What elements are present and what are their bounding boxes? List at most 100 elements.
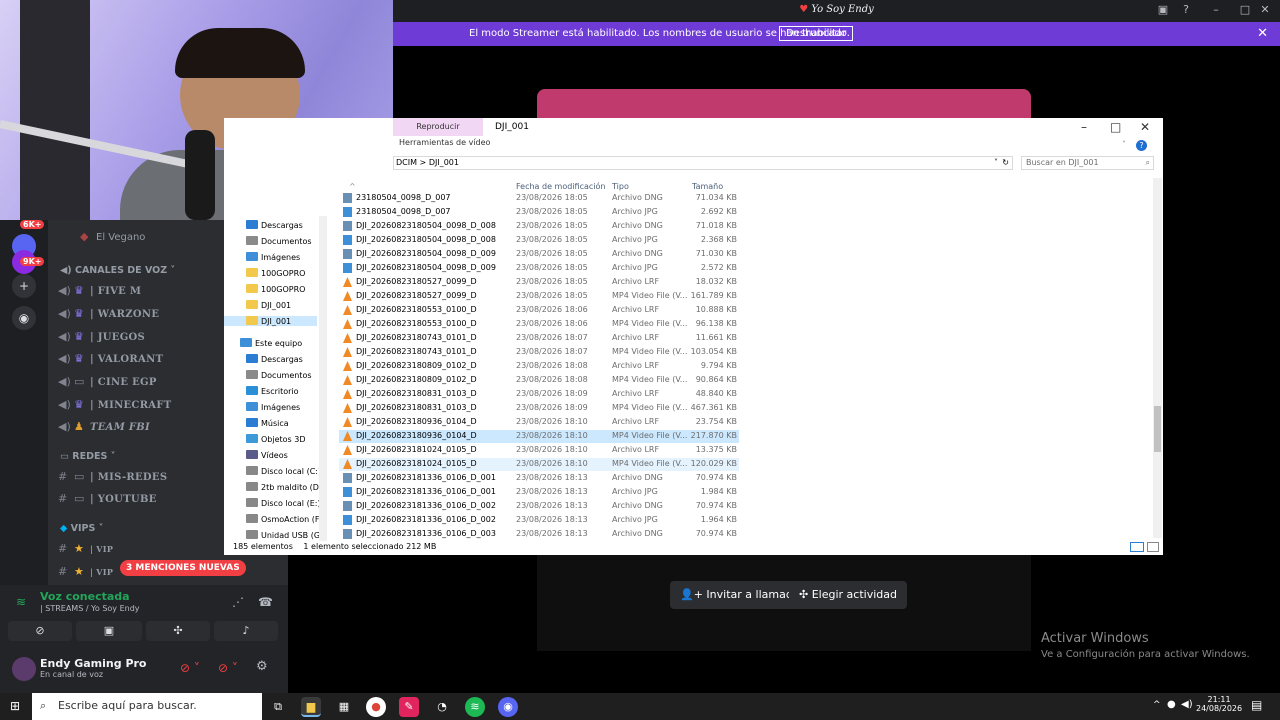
nav-item[interactable]: Disco local (C:) [246, 466, 321, 476]
nav-item[interactable]: Vídeos [246, 450, 288, 460]
file-row[interactable]: DJI_20260823180504_0098_D_009 23/08/2026 … [339, 262, 739, 275]
nav-item[interactable]: Descargas [246, 354, 303, 364]
editor-app-icon[interactable]: ✎ [399, 697, 419, 717]
nav-item[interactable]: DJI_001 [224, 316, 317, 326]
nav-item[interactable]: Disco local (E:) [246, 498, 321, 508]
new-mentions-badge[interactable]: 3 MENCIONES NUEVAS [120, 560, 246, 576]
avatar[interactable] [12, 657, 36, 681]
nav-item[interactable]: Imágenes [246, 252, 300, 262]
nav-item[interactable]: DJI_001 [246, 300, 291, 310]
close-icon[interactable]: ✕ [1257, 3, 1273, 19]
camera-button[interactable]: ⊘ [8, 621, 72, 641]
discord-icon[interactable]: ◉ [498, 697, 518, 717]
file-row[interactable]: DJI_20260823180936_0104_D 23/08/2026 18:1… [339, 416, 739, 429]
scrollbar-thumb[interactable] [1154, 406, 1161, 452]
category-vips[interactable]: ◆ VIPS ˅ [60, 523, 103, 534]
minimize-icon[interactable]: – [1208, 3, 1224, 19]
spotify-icon[interactable]: ≋ [465, 697, 485, 717]
chevron-down-icon[interactable]: ˅ [994, 157, 998, 169]
nav-item[interactable]: 100GOPRO [246, 284, 305, 294]
text-channel-youtube[interactable]: # ▭ | YOUTUBE [58, 492, 157, 505]
file-row[interactable]: 23180504_0098_D_007 23/08/2026 18:05 Archi… [339, 192, 739, 205]
deafen-icon[interactable]: ⊘ ˅ [218, 661, 238, 675]
text-channel-misredes[interactable]: # ▭ | MIS-REDES [58, 470, 167, 483]
microphone-tray-icon[interactable]: ● [1167, 699, 1176, 710]
voice-channel-warzone[interactable]: ◀) ♛ | WARZONE [58, 307, 159, 320]
nav-this-pc[interactable]: Este equipo [240, 338, 302, 348]
nav-item[interactable]: Descargas [246, 220, 303, 230]
soundboard-button[interactable]: ♪ [214, 621, 278, 641]
nav-item[interactable]: Música [246, 418, 289, 428]
file-row[interactable]: DJI_20260823181024_0105_D 23/08/2026 18:1… [339, 458, 739, 471]
voice-channel-teamfbi[interactable]: ◀) ♟ TEAM FBI [58, 420, 150, 433]
mic-muted-icon[interactable]: ⊘ ˅ [180, 661, 200, 675]
maximize-icon[interactable]: □ [1237, 3, 1253, 19]
choose-activity-button[interactable]: ✣ Elegir actividad [789, 581, 907, 609]
nav-item[interactable]: 100GOPRO [246, 268, 305, 278]
file-row[interactable]: DJI_20260823180553_0100_D 23/08/2026 18:0… [339, 318, 739, 331]
file-row[interactable]: DJI_20260823181024_0105_D 23/08/2026 18:1… [339, 444, 739, 457]
file-row[interactable]: DJI_20260823180504_0098_D_008 23/08/2026 … [339, 220, 739, 233]
file-row[interactable]: DJI_20260823180809_0102_D 23/08/2026 18:0… [339, 360, 739, 373]
file-row[interactable]: DJI_20260823180743_0101_D 23/08/2026 18:0… [339, 346, 739, 359]
windows-start-icon[interactable]: ⊞ [10, 699, 20, 713]
disconnect-icon[interactable]: ☎ [258, 595, 273, 609]
file-row[interactable]: DJI_20260823180504_0098_D_009 23/08/2026 … [339, 248, 739, 261]
help-icon[interactable]: ? [1136, 140, 1147, 151]
nav-item[interactable]: Imágenes [246, 402, 300, 412]
voice-channel-name[interactable]: | STREAMS / Yo Soy Endy [40, 604, 140, 613]
task-view-icon[interactable]: ⧉ [268, 697, 288, 717]
text-channel-vip[interactable]: # ★ | VIP [58, 542, 113, 555]
voice-channel-fivem[interactable]: ◀) ♛ | FIVE M [58, 284, 141, 297]
nav-item[interactable]: Unidad USB (G:) [246, 530, 326, 540]
ribbon-tab-reproducir[interactable]: Reproducir [393, 118, 483, 136]
nav-item[interactable]: Documentos [246, 370, 312, 380]
refresh-icon[interactable]: ↻ [1002, 157, 1009, 169]
file-row[interactable]: DJI_20260823180809_0102_D 23/08/2026 18:0… [339, 374, 739, 387]
channel-item[interactable]: ◆ El Vegano [80, 230, 145, 243]
file-row[interactable]: DJI_20260823180831_0103_D 23/08/2026 18:0… [339, 402, 739, 415]
breadcrumb-dji001[interactable]: DJI_001 [429, 158, 459, 167]
column-type[interactable]: Tipo [612, 182, 629, 191]
help-icon[interactable]: ? [1178, 3, 1194, 19]
category-voice[interactable]: ◀) CANALES DE VOZ ˅ [60, 265, 175, 276]
taskbar-clock[interactable]: 21:11 24/08/2026 [1196, 695, 1242, 713]
voice-channel-valorant[interactable]: ◀) ♛ | VALORANT [58, 352, 163, 365]
file-row[interactable]: DJI_20260823180743_0101_D 23/08/2026 18:0… [339, 332, 739, 345]
column-size[interactable]: Tamaño [692, 182, 723, 191]
voice-channel-cine[interactable]: ◀) ▭ | CINE EGP [58, 375, 157, 388]
column-date[interactable]: Fecha de modificación [516, 182, 605, 191]
store-icon[interactable]: ▦ [334, 697, 354, 717]
activities-button[interactable]: ✣ [146, 621, 210, 641]
settings-gear-icon[interactable]: ⚙ [256, 659, 268, 674]
category-redes[interactable]: ▭ REDES ˅ [60, 451, 115, 462]
close-icon[interactable]: ✕ [1140, 120, 1150, 134]
text-channel-vip[interactable]: # ★ | VIP [58, 565, 113, 578]
add-server-icon[interactable]: + [12, 274, 36, 298]
volume-icon[interactable]: ◀) [1181, 699, 1193, 710]
file-row[interactable]: DJI_20260823181336_0106_D_002 23/08/2026 … [339, 500, 739, 513]
file-row[interactable]: DJI_20260823181336_0106_D_001 23/08/2026 … [339, 472, 739, 485]
disable-streamer-button[interactable]: Deshabilitar [779, 26, 854, 41]
file-row[interactable]: DJI_20260823180553_0100_D 23/08/2026 18:0… [339, 304, 739, 317]
banner-close-icon[interactable]: ✕ [1257, 26, 1268, 41]
file-row[interactable]: DJI_20260823180527_0099_D 23/08/2026 18:0… [339, 290, 739, 303]
voice-channel-minecraft[interactable]: ◀) ♛ | MINECRAFT [58, 398, 172, 411]
file-list-scrollbar[interactable] [1153, 178, 1162, 538]
taskbar-search-input[interactable]: ⌕ Escribe aquí para buscar. [32, 693, 262, 720]
chevron-down-icon[interactable]: ˅ [1122, 140, 1126, 149]
file-row[interactable]: DJI_20260823181336_0106_D_003 23/08/2026 … [339, 528, 739, 541]
file-row[interactable]: DJI_20260823181336_0106_D_001 23/08/2026 … [339, 486, 739, 499]
nav-item[interactable]: Objetos 3D [246, 434, 306, 444]
file-explorer-icon[interactable]: ▆ [301, 697, 321, 717]
file-row[interactable]: DJI_20260823180936_0104_D 23/08/2026 18:1… [339, 430, 739, 443]
nav-item[interactable]: Documentos [246, 236, 312, 246]
minimize-icon[interactable]: – [1081, 120, 1087, 134]
speed-app-icon[interactable]: ◔ [432, 697, 452, 717]
notifications-icon[interactable]: ▤ [1251, 698, 1262, 712]
file-row[interactable]: DJI_20260823180504_0098_D_008 23/08/2026 … [339, 234, 739, 247]
file-row[interactable]: DJI_20260823181336_0106_D_002 23/08/2026 … [339, 514, 739, 527]
file-row[interactable]: 23180504_0098_D_007 23/08/2026 18:05 Archi… [339, 206, 739, 219]
file-row[interactable]: DJI_20260823180527_0099_D 23/08/2026 18:0… [339, 276, 739, 289]
explore-icon[interactable]: ◉ [12, 306, 36, 330]
